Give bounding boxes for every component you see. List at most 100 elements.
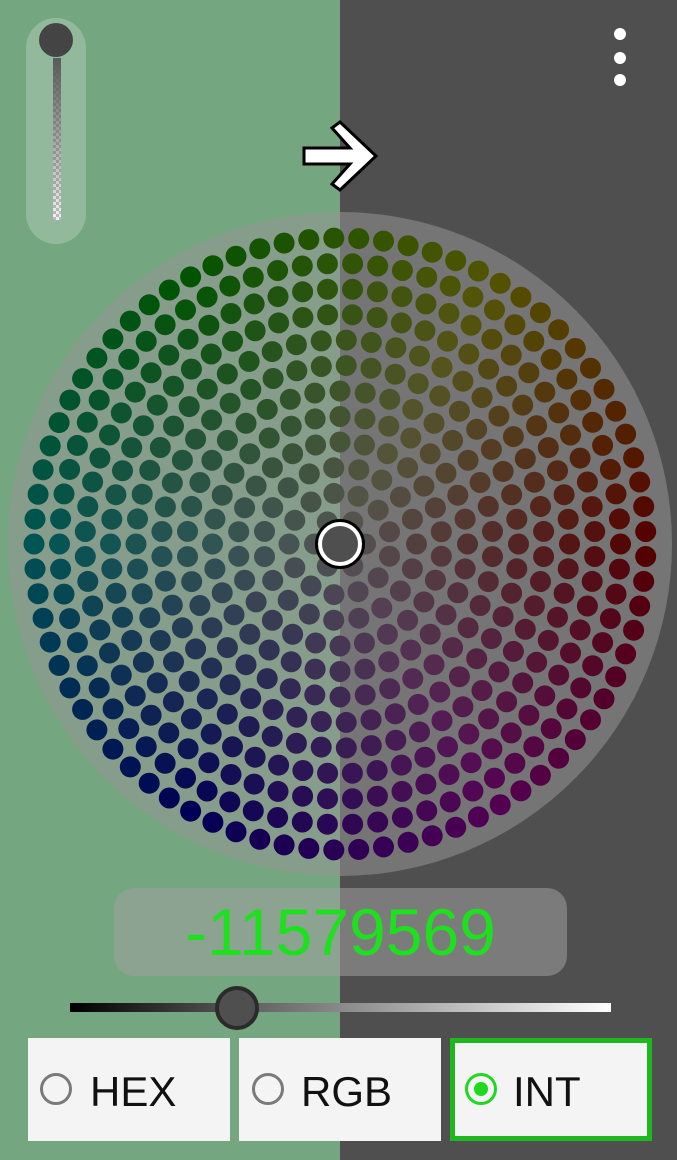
color-dot[interactable] [223, 462, 245, 484]
color-dot[interactable] [366, 307, 388, 328]
color-dot[interactable] [238, 350, 260, 372]
color-dot[interactable] [196, 688, 218, 710]
color-dot[interactable] [201, 617, 223, 639]
color-dot[interactable] [526, 415, 548, 437]
color-dot[interactable] [86, 719, 108, 741]
color-dot[interactable] [354, 408, 376, 430]
color-dot[interactable] [178, 396, 200, 418]
color-dot[interactable] [154, 752, 176, 774]
color-dot[interactable] [378, 651, 400, 673]
color-dot[interactable] [39, 631, 61, 653]
color-dot[interactable] [348, 838, 370, 860]
color-dot[interactable] [282, 443, 304, 465]
color-dot[interactable] [559, 533, 580, 555]
color-dot[interactable] [286, 360, 308, 382]
color-dot[interactable] [633, 496, 655, 518]
color-dot[interactable] [102, 368, 124, 390]
color-dot[interactable] [484, 299, 505, 321]
color-dot[interactable] [99, 424, 120, 446]
color-dot[interactable] [366, 760, 388, 781]
color-dot[interactable] [254, 546, 275, 568]
color-dot[interactable] [146, 672, 168, 694]
color-dot[interactable] [261, 609, 283, 631]
color-dot[interactable] [348, 228, 370, 250]
color-dot[interactable] [514, 448, 536, 470]
color-dot[interactable] [77, 496, 99, 518]
color-dot[interactable] [581, 570, 603, 592]
color-dot[interactable] [323, 482, 345, 504]
color-dot[interactable] [323, 584, 345, 606]
color-dot[interactable] [32, 607, 54, 629]
alpha-slider[interactable] [26, 18, 86, 244]
color-dot[interactable] [305, 632, 327, 654]
color-dot[interactable] [354, 382, 376, 404]
color-dot[interactable] [158, 722, 180, 744]
color-dot[interactable] [285, 732, 307, 754]
color-dot[interactable] [547, 460, 568, 482]
color-dot[interactable] [228, 521, 250, 543]
color-dot[interactable] [180, 266, 202, 288]
color-dot[interactable] [348, 459, 370, 481]
color-dot[interactable] [576, 471, 598, 493]
color-dot[interactable] [53, 483, 75, 505]
color-dot[interactable] [180, 708, 202, 730]
color-dot[interactable] [564, 729, 586, 751]
color-dot[interactable] [158, 344, 180, 366]
color-dot[interactable] [242, 266, 264, 288]
color-dot[interactable] [124, 685, 146, 707]
color-dot[interactable] [48, 412, 70, 434]
color-dot[interactable] [216, 637, 238, 659]
color-dot[interactable] [102, 698, 124, 720]
color-dot[interactable] [291, 255, 313, 277]
color-dot[interactable] [171, 617, 193, 639]
brightness-thumb[interactable] [215, 986, 259, 1030]
color-dot[interactable] [429, 385, 451, 407]
color-dot[interactable] [304, 684, 326, 706]
color-dot[interactable] [59, 677, 81, 699]
color-dot[interactable] [66, 434, 88, 456]
color-dot[interactable] [211, 484, 233, 506]
color-dot[interactable] [23, 533, 45, 555]
color-dot[interactable] [406, 533, 427, 555]
color-dot[interactable] [124, 381, 146, 403]
color-dot[interactable] [86, 347, 108, 369]
color-dot[interactable] [292, 785, 314, 807]
color-dot[interactable] [262, 569, 284, 591]
color-dot[interactable] [569, 447, 591, 469]
color-dot[interactable] [119, 310, 141, 332]
color-dot[interactable] [458, 723, 480, 745]
color-dot[interactable] [304, 658, 326, 680]
color-dot[interactable] [556, 698, 578, 720]
color-dot[interactable] [151, 546, 173, 567]
color-dot[interactable] [467, 806, 489, 828]
color-dot[interactable] [342, 278, 363, 300]
color-dot[interactable] [131, 583, 153, 605]
color-dot[interactable] [102, 328, 124, 350]
color-dot[interactable] [329, 635, 351, 657]
color-dot[interactable] [584, 546, 606, 567]
color-dot[interactable] [216, 703, 238, 725]
color-dot[interactable] [24, 508, 46, 530]
color-dot[interactable] [277, 589, 299, 611]
color-dot[interactable] [430, 545, 452, 567]
color-dot[interactable] [635, 521, 657, 542]
color-dot[interactable] [161, 472, 183, 494]
color-dot[interactable] [118, 348, 140, 370]
color-dot[interactable] [304, 408, 326, 430]
color-dot[interactable] [154, 314, 176, 336]
color-dot[interactable] [219, 392, 241, 414]
color-dot[interactable] [235, 654, 257, 676]
color-dot[interactable] [89, 447, 111, 469]
color-dot[interactable] [101, 508, 123, 530]
color-dot[interactable] [424, 497, 446, 519]
color-dot[interactable] [379, 678, 401, 700]
color-dot[interactable] [280, 651, 302, 673]
color-dot[interactable] [548, 664, 570, 686]
color-dot[interactable] [323, 227, 345, 249]
color-dot[interactable] [477, 571, 499, 593]
color-dot[interactable] [407, 693, 429, 715]
color-dot[interactable] [50, 558, 72, 580]
color-dot[interactable] [560, 424, 581, 446]
color-dot[interactable] [460, 752, 482, 774]
color-dot[interactable] [385, 729, 407, 751]
